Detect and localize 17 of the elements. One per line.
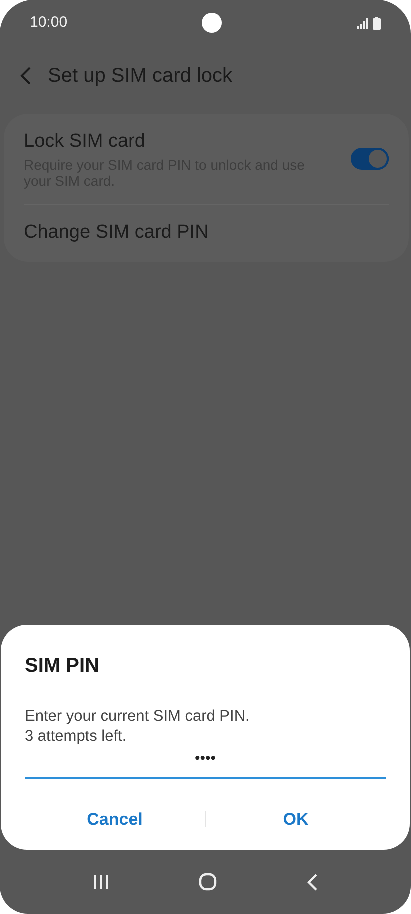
setting-title: Change SIM card PIN <box>24 221 210 246</box>
battery-icon <box>372 16 381 30</box>
pin-field[interactable]: •••• <box>25 746 386 778</box>
dialog-message: Enter your current SIM card PIN. 3 attempts left. <box>25 707 251 746</box>
status-time: 10:00 <box>30 12 68 33</box>
toggle-switch[interactable] <box>351 148 389 170</box>
recent-apps-icon[interactable] <box>93 874 109 890</box>
camera-cutout <box>202 13 222 33</box>
settings-item[interactable]: Change SIM card PIN <box>24 204 389 262</box>
dialog-button[interactable]: Cancel <box>25 794 205 844</box>
back-icon[interactable] <box>20 67 32 85</box>
signal-icon <box>356 18 369 28</box>
dialog-title: SIM PIN <box>25 654 100 680</box>
setting-title: Lock SIM card <box>24 130 146 154</box>
home-icon[interactable] <box>199 873 217 891</box>
dialog-button[interactable]: OK <box>206 794 386 844</box>
page-title: Set up SIM card lock <box>48 64 233 89</box>
